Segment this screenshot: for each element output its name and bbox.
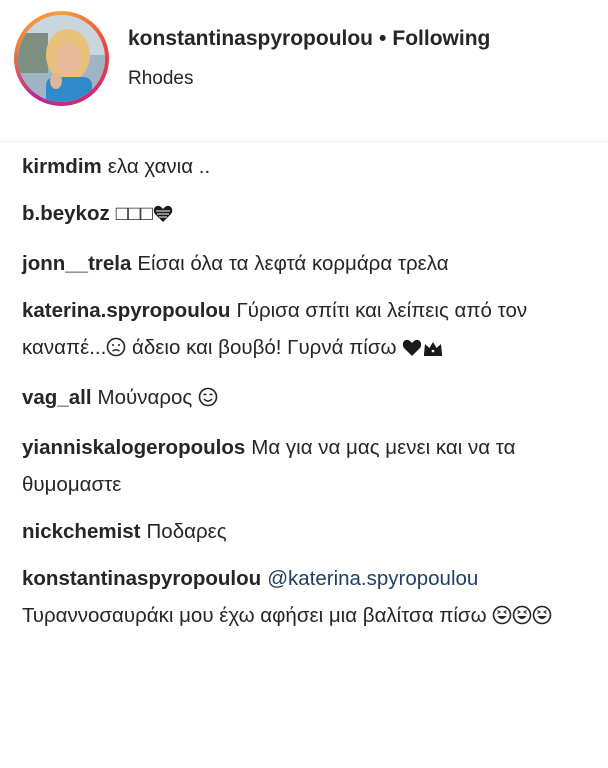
avatar-story-ring[interactable] (14, 11, 109, 106)
smiling-face-icon (198, 382, 218, 419)
comment-item: jonn__trela Είσαι όλα τα λεφτά κορμάρα τρ… (22, 245, 598, 282)
comment-username[interactable]: b.beykoz (22, 202, 110, 225)
avatar[interactable] (18, 15, 105, 102)
header-divider (0, 141, 608, 142)
post-author: konstantinaspyropoulou • Following (128, 27, 490, 51)
laughing-face-icon (492, 600, 512, 637)
comment-text: Μούναρος (97, 386, 198, 409)
laughing-face-icon (532, 600, 552, 637)
comment-text: Τυραννοσαυράκι μου έχω αφήσει μια βαλίτσ… (22, 604, 493, 627)
comment-text: ελα χανια .. (107, 155, 211, 178)
heart-icon (153, 198, 173, 235)
comment-item: vag_all Μούναρος (22, 379, 598, 419)
comment-username[interactable]: jonn__trela (22, 252, 131, 275)
comment-item: konstantinaspyropoulou @katerina.spyropou… (22, 560, 598, 637)
comment-item: nickchemist Ποδαρες (22, 513, 598, 550)
comment-text: Είσαι όλα τα λεφτά κορμάρα τρελα (137, 252, 449, 275)
comment-username[interactable]: vag_all (22, 386, 92, 409)
comments-list: kirmdim ελα χανια .. b.beykoz □□□ jonn__tr… (22, 148, 598, 647)
avatar-photo-icon (18, 15, 105, 102)
comment-item: b.beykoz □□□ (22, 195, 598, 235)
post-header: konstantinaspyropoulou • Following Rhodes (0, 0, 608, 140)
crown-icon (422, 332, 444, 369)
comment-item: yianniskalogeropoulos Μα για να μας μενει… (22, 429, 598, 503)
comment-username[interactable]: nickchemist (22, 520, 141, 543)
mention-link[interactable]: @katerina.spyropoulou (267, 567, 478, 590)
following-button[interactable]: Following (392, 27, 490, 50)
comment-text: □□□ (115, 202, 153, 225)
comment-username[interactable]: katerina.spyropoulou (22, 299, 230, 322)
username-link[interactable]: konstantinaspyropoulou (128, 27, 373, 50)
laughing-face-icon (512, 600, 532, 637)
location-link[interactable]: Rhodes (128, 68, 194, 90)
comment-text: άδειο και βουβό! Γυρνά πίσω (126, 336, 403, 359)
comment-text: Ποδαρες (146, 520, 227, 543)
comment-item: kirmdim ελα χανια .. (22, 148, 598, 185)
black-heart-icon (402, 332, 422, 369)
sad-face-icon (106, 332, 126, 369)
separator-dot: • (379, 27, 387, 50)
comment-username[interactable]: konstantinaspyropoulou (22, 567, 261, 590)
comment-username[interactable]: yianniskalogeropoulos (22, 436, 245, 459)
comment-username[interactable]: kirmdim (22, 155, 102, 178)
comment-item: katerina.spyropoulou Γύρισα σπίτι και λεί… (22, 292, 598, 369)
